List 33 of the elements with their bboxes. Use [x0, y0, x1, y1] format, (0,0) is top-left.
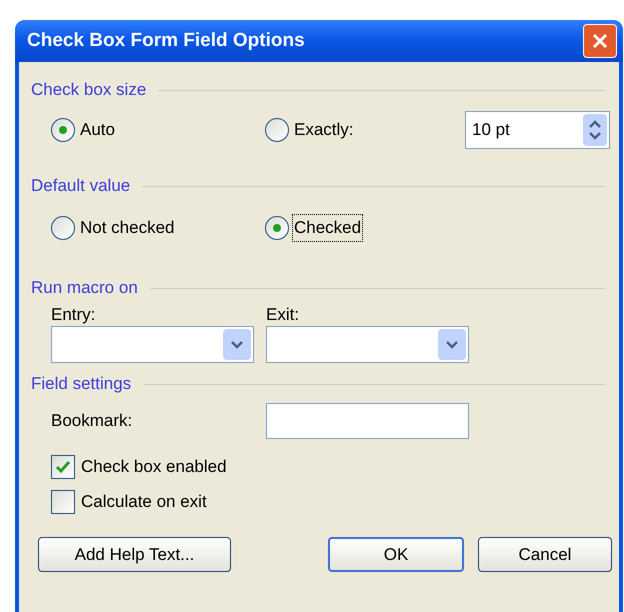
section-heading: Field settings	[31, 373, 132, 396]
radio-label: Checked	[293, 215, 362, 241]
radio-label: Not checked	[79, 217, 176, 240]
radio-button[interactable]	[265, 216, 289, 240]
chevron-down-icon[interactable]	[223, 329, 251, 360]
section-heading: Run macro on	[31, 277, 138, 300]
bookmark-field[interactable]	[266, 403, 469, 439]
chevron-down-icon[interactable]	[438, 329, 466, 360]
section-heading: Check box size	[31, 79, 146, 102]
dialog-button[interactable]: Add Help Text...	[38, 537, 231, 572]
radio-button[interactable]	[265, 118, 289, 142]
checkmark-icon	[55, 460, 71, 474]
checkbox[interactable]	[51, 490, 75, 514]
radio-label: Exactly:	[293, 119, 355, 142]
radio-button[interactable]	[51, 118, 75, 142]
spin-arrows-icon[interactable]	[583, 114, 607, 146]
dropdown-field[interactable]	[51, 326, 254, 363]
window-title: Check Box Form Field Options	[27, 28, 305, 53]
dialog-button[interactable]: Cancel	[478, 537, 612, 572]
dropdown-field[interactable]	[266, 326, 469, 363]
close-button[interactable]	[583, 24, 617, 58]
checkbox-label: Check box enabled	[81, 456, 227, 478]
close-icon[interactable]	[591, 32, 609, 50]
radio-button[interactable]	[51, 216, 75, 240]
checkbox[interactable]	[51, 454, 75, 478]
section-heading: Default value	[31, 175, 130, 198]
size-spin-field[interactable]: 10 pt	[465, 111, 610, 149]
bookmark-label: Bookmark:	[51, 410, 134, 432]
radio-label: Auto	[79, 119, 116, 142]
exit-label: Exit:	[266, 304, 300, 326]
dialog-button[interactable]: OK	[328, 537, 464, 572]
checkbox-label: Calculate on exit	[81, 490, 207, 513]
entry-label: Entry:	[51, 304, 96, 326]
